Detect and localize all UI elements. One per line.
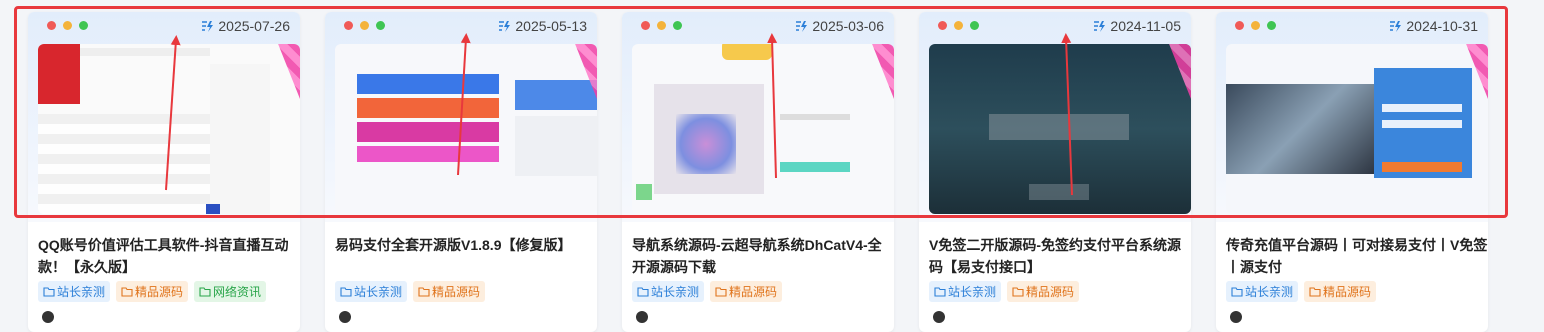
tag-list: 站长亲测 精品源码 <box>1226 281 1377 302</box>
avatar <box>339 311 351 323</box>
tag-list: 站长亲测 精品源码 网络资讯 <box>38 281 267 302</box>
post-meta <box>1226 311 1478 325</box>
tag-site-tested[interactable]: 站长亲测 <box>1226 281 1299 302</box>
avatar <box>1230 311 1242 323</box>
post-thumbnail[interactable] <box>632 44 894 214</box>
tag-premium-source[interactable]: 精品源码 <box>1304 281 1377 302</box>
post-date: 2025-03-06 <box>795 18 884 34</box>
lightning-edit-icon <box>1390 20 1402 32</box>
post-card[interactable]: 2024-11-05 V免签二开版源码-免签约支付平台系统源码【易支付接口】 站… <box>919 12 1191 332</box>
post-thumbnail[interactable] <box>929 44 1191 214</box>
tag-premium-source[interactable]: 精品源码 <box>710 281 783 302</box>
post-title[interactable]: V免签二开版源码-免签约支付平台系统源码【易支付接口】 <box>929 234 1191 278</box>
close-dot-icon <box>641 21 650 30</box>
folder-icon <box>1309 286 1321 297</box>
tag-site-tested[interactable]: 站长亲测 <box>929 281 1002 302</box>
ribbon-decoration <box>838 44 894 114</box>
post-meta <box>632 311 884 325</box>
tag-list: 站长亲测 精品源码 <box>335 281 486 302</box>
post-title[interactable]: 易码支付全套开源版V1.8.9【修复版】 <box>335 234 597 256</box>
post-thumbnail[interactable] <box>1226 44 1488 214</box>
post-date: 2025-05-13 <box>498 18 587 34</box>
minimize-dot-icon <box>360 21 369 30</box>
post-title[interactable]: QQ账号价值评估工具软件-抖音直播互动款！【永久版】 <box>38 234 300 278</box>
card-header: 2025-03-06 <box>622 12 894 222</box>
post-title[interactable]: 导航系统源码-云超导航系统DhCatV4-全开源源码下载 <box>632 234 894 278</box>
post-card[interactable]: 2025-03-06 导航系统源码-云超导航系统DhCatV4-全开源源码下载 … <box>622 12 894 332</box>
minimize-dot-icon <box>657 21 666 30</box>
minimize-dot-icon <box>1251 21 1260 30</box>
folder-icon <box>121 286 133 297</box>
tag-premium-source[interactable]: 精品源码 <box>1007 281 1080 302</box>
avatar <box>933 311 945 323</box>
maximize-dot-icon <box>376 21 385 30</box>
maximize-dot-icon <box>673 21 682 30</box>
post-card[interactable]: 2025-07-26 QQ账号价值评估工具软件-抖音直播互动款！【永久版】 站长… <box>28 12 300 332</box>
minimize-dot-icon <box>954 21 963 30</box>
post-card[interactable]: 2024-10-31 传奇充值平台源码丨可对接易支付丨V免签丨源支付 站长亲测 … <box>1216 12 1488 332</box>
post-meta <box>38 311 290 325</box>
maximize-dot-icon <box>1267 21 1276 30</box>
post-thumbnail[interactable] <box>38 44 300 214</box>
card-header: 2025-07-26 <box>28 12 300 222</box>
post-date: 2024-11-05 <box>1093 18 1181 34</box>
lightning-edit-icon <box>499 20 511 32</box>
card-header: 2024-11-05 <box>919 12 1191 222</box>
lightning-edit-icon <box>202 20 214 32</box>
post-card[interactable]: 2025-05-13 易码支付全套开源版V1.8.9【修复版】 站长亲测 精品源… <box>325 12 597 332</box>
close-dot-icon <box>938 21 947 30</box>
folder-icon <box>637 286 649 297</box>
tag-site-tested[interactable]: 站长亲测 <box>38 281 111 302</box>
tag-list: 站长亲测 精品源码 <box>632 281 783 302</box>
post-thumbnail[interactable] <box>335 44 597 214</box>
post-date: 2025-07-26 <box>201 18 290 34</box>
folder-icon <box>43 286 55 297</box>
folder-icon <box>418 286 430 297</box>
avatar <box>636 311 648 323</box>
avatar <box>42 311 54 323</box>
post-meta <box>335 311 587 325</box>
folder-icon <box>934 286 946 297</box>
minimize-dot-icon <box>63 21 72 30</box>
close-dot-icon <box>344 21 353 30</box>
post-date: 2024-10-31 <box>1389 18 1478 34</box>
card-header: 2024-10-31 <box>1216 12 1488 222</box>
maximize-dot-icon <box>970 21 979 30</box>
folder-icon <box>1012 286 1024 297</box>
close-dot-icon <box>1235 21 1244 30</box>
folder-icon <box>1231 286 1243 297</box>
tag-premium-source[interactable]: 精品源码 <box>413 281 486 302</box>
folder-icon <box>340 286 352 297</box>
tag-list: 站长亲测 精品源码 <box>929 281 1080 302</box>
close-dot-icon <box>47 21 56 30</box>
folder-icon <box>199 286 211 297</box>
post-meta <box>929 311 1181 325</box>
maximize-dot-icon <box>79 21 88 30</box>
folder-icon <box>715 286 727 297</box>
lightning-edit-icon <box>1094 20 1106 32</box>
post-title[interactable]: 传奇充值平台源码丨可对接易支付丨V免签丨源支付 <box>1226 234 1488 278</box>
tag-premium-source[interactable]: 精品源码 <box>116 281 189 302</box>
tag-web-news[interactable]: 网络资讯 <box>194 281 267 302</box>
tag-site-tested[interactable]: 站长亲测 <box>335 281 408 302</box>
tag-site-tested[interactable]: 站长亲测 <box>632 281 705 302</box>
card-header: 2025-05-13 <box>325 12 597 222</box>
ribbon-decoration <box>1135 44 1191 114</box>
lightning-edit-icon <box>796 20 808 32</box>
